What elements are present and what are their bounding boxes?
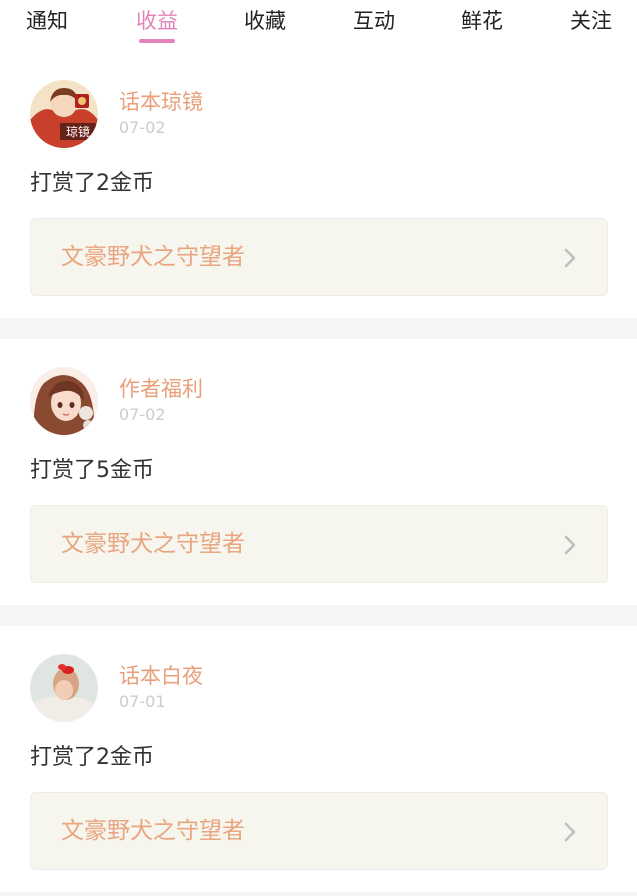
username[interactable]: 话本白夜 [119, 662, 203, 690]
avatar-badge-text: 琼镜 [66, 124, 90, 139]
tab-earnings[interactable]: 收益 [132, 6, 182, 36]
section-divider [0, 318, 637, 339]
active-tab-indicator [139, 39, 175, 43]
tab-notifications[interactable]: 通知 [22, 6, 72, 36]
tab-flowers[interactable]: 鲜花 [457, 6, 507, 36]
tab-bar: 通知 收益 收藏 互动 鲜花 关注 [0, 0, 637, 52]
reward-text: 打赏了2金币 [30, 745, 154, 770]
list-item: 话本白夜 07-01 打赏了2金币 文豪野犬之守望者 [0, 626, 637, 892]
photo-avatar-icon[interactable] [30, 654, 98, 722]
timestamp: 07-02 [119, 118, 166, 137]
chevron-right-icon [564, 248, 576, 268]
work-link[interactable]: 文豪野犬之守望者 [30, 218, 608, 296]
timestamp: 07-02 [119, 405, 166, 424]
work-title: 文豪野犬之守望者 [61, 244, 245, 270]
work-title: 文豪野犬之守望者 [61, 531, 245, 557]
tab-interactions[interactable]: 互动 [349, 6, 399, 36]
tab-favorites[interactable]: 收藏 [240, 6, 290, 36]
section-divider [0, 605, 637, 626]
anime-girl-avatar-icon[interactable] [30, 367, 98, 435]
username[interactable]: 话本琼镜 [119, 88, 203, 116]
chevron-right-icon [564, 822, 576, 842]
reward-text: 打赏了5金币 [30, 458, 154, 483]
work-title: 文豪野犬之守望者 [61, 818, 245, 844]
reward-text: 打赏了2金币 [30, 171, 154, 196]
work-link[interactable]: 文豪野犬之守望者 [30, 792, 608, 870]
list-item: 作者福利 07-02 打赏了5金币 文豪野犬之守望者 [0, 339, 637, 605]
section-divider [0, 892, 637, 896]
username[interactable]: 作者福利 [119, 375, 203, 403]
chevron-right-icon [564, 535, 576, 555]
illustrated-avatar-icon[interactable]: 琼镜 [30, 80, 98, 148]
earnings-feed: 琼镜 话本琼镜 07-02 打赏了2金币 文豪野犬之守望者 作者福利 07-02… [0, 52, 637, 896]
timestamp: 07-01 [119, 692, 166, 711]
list-item: 琼镜 话本琼镜 07-02 打赏了2金币 文豪野犬之守望者 [0, 52, 637, 318]
tab-following[interactable]: 关注 [566, 6, 616, 36]
work-link[interactable]: 文豪野犬之守望者 [30, 505, 608, 583]
notifications-screen: 通知 收益 收藏 互动 鲜花 关注 琼镜 话本琼镜 07-02 打赏了2金币 文… [0, 0, 637, 896]
